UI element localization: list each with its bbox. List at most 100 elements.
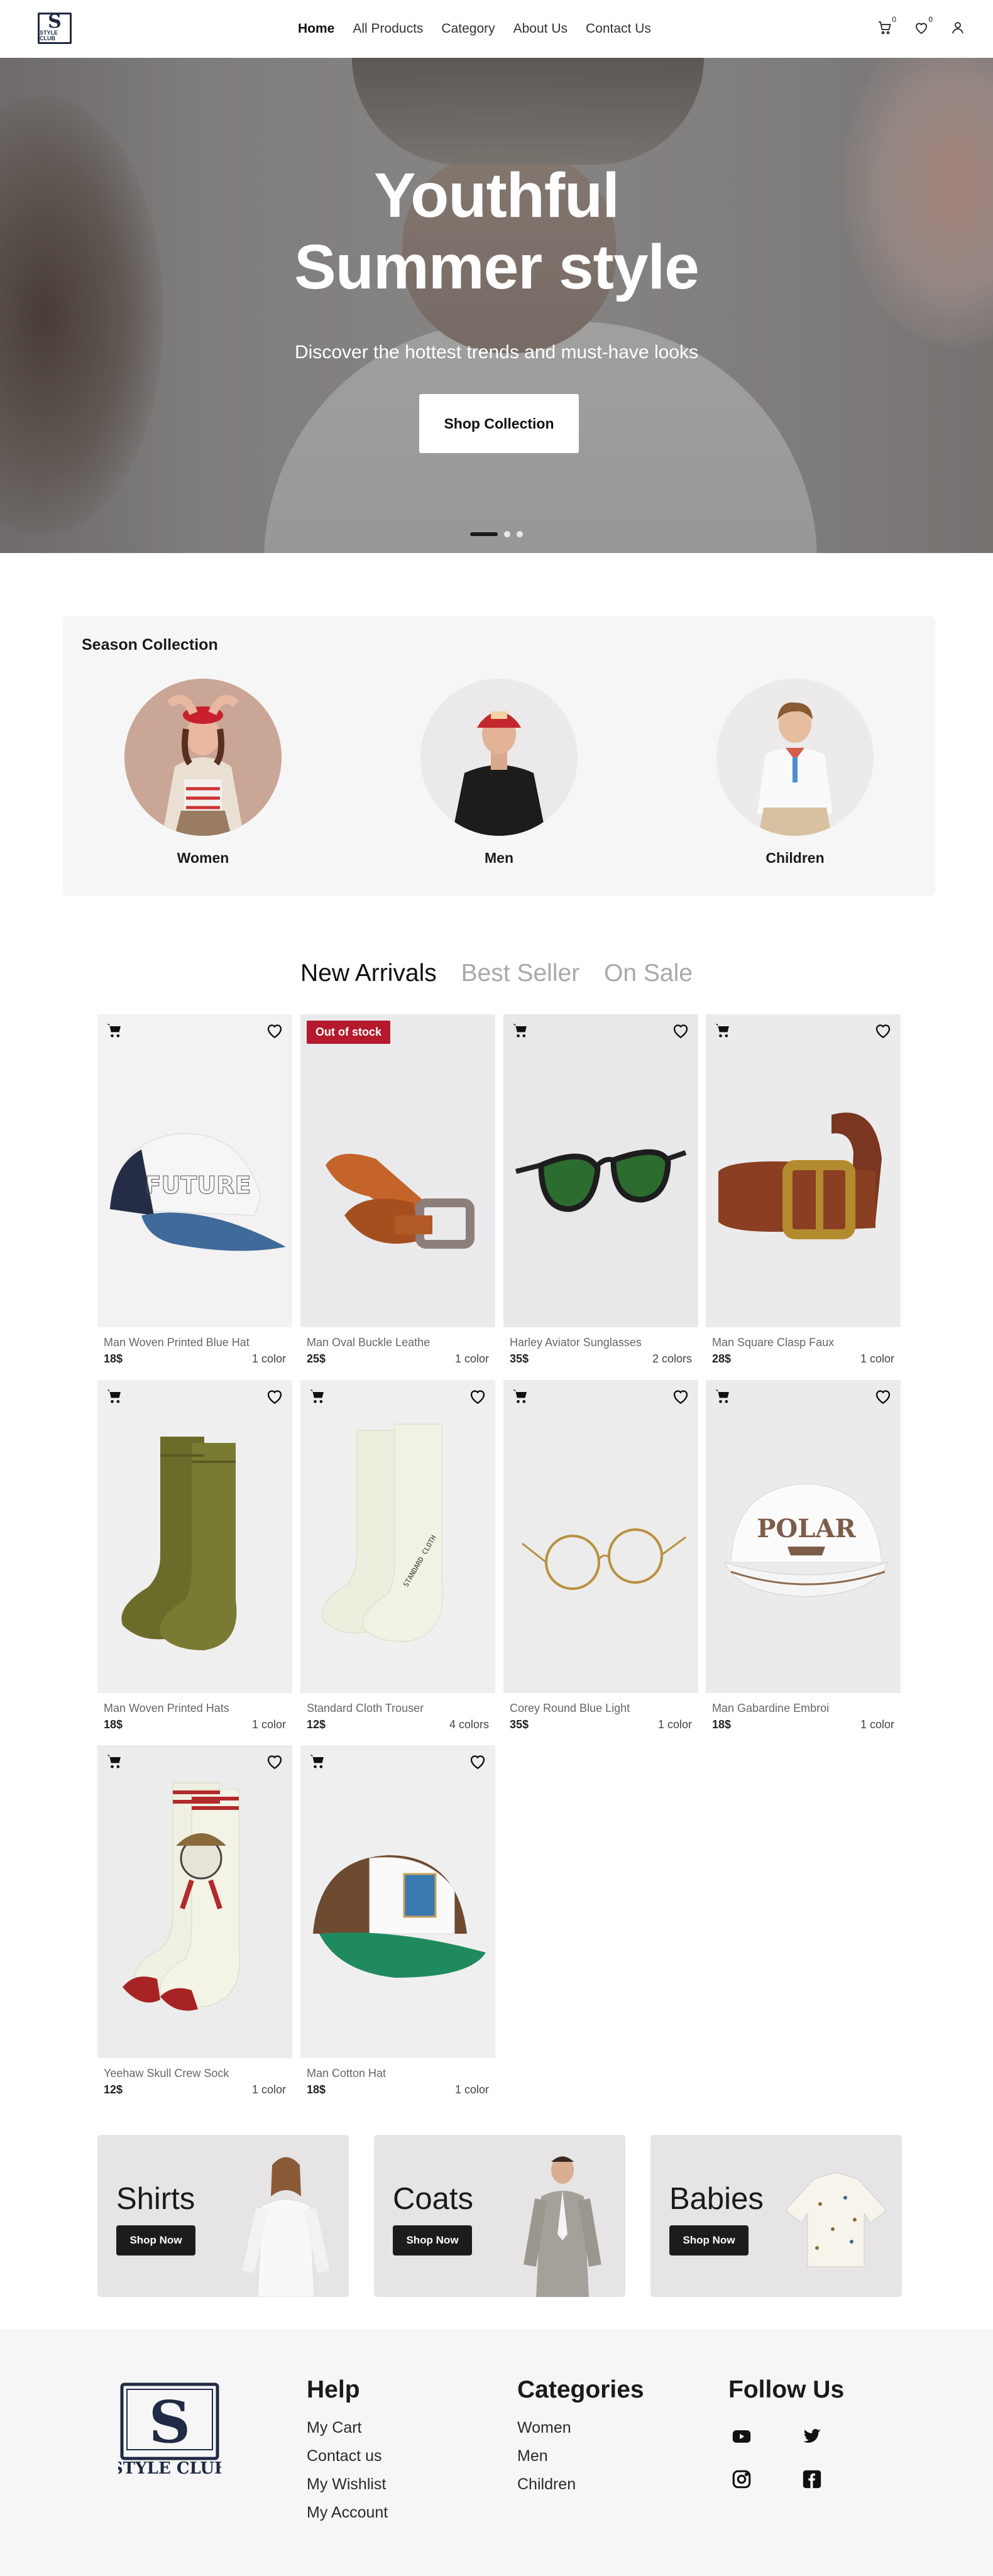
wishlist-heart-icon[interactable] [671, 1386, 691, 1406]
nav-home[interactable]: Home [298, 21, 334, 36]
shop-now-button[interactable]: Shop Now [116, 2225, 195, 2255]
product-image[interactable]: FUTURE [97, 1014, 292, 1327]
carousel-dot[interactable] [504, 531, 510, 537]
shop-collection-button[interactable]: Shop Collection [419, 394, 579, 453]
man-illustration [420, 679, 578, 836]
add-to-cart-icon[interactable] [511, 1022, 530, 1039]
wishlist-button[interactable]: 0 [913, 15, 933, 36]
product-card[interactable]: Man Woven Printed Hats 18$ 1 color [97, 1380, 292, 1732]
facebook-icon[interactable] [799, 2467, 825, 2492]
footer-link-women[interactable]: Women [517, 2419, 644, 2437]
footer-link-men[interactable]: Men [517, 2447, 644, 2465]
add-to-cart-icon[interactable] [105, 1022, 124, 1039]
add-to-cart-icon[interactable] [713, 1388, 732, 1405]
footer-help: Help My Cart Contact us My Wishlist My A… [307, 2376, 388, 2532]
women-category-image[interactable] [124, 679, 282, 836]
nav-category[interactable]: Category [441, 21, 495, 36]
add-to-cart-icon[interactable] [308, 1388, 327, 1405]
add-to-cart-icon[interactable] [511, 1388, 530, 1405]
product-card[interactable]: POLAR Man Gabardine Embroi 18$ 1 color [706, 1380, 901, 1732]
cart-count: 0 [892, 15, 896, 24]
add-to-cart-icon[interactable] [105, 1753, 124, 1770]
shop-now-button[interactable]: Shop Now [669, 2225, 749, 2255]
wishlist-heart-icon[interactable] [671, 1021, 691, 1041]
product-image[interactable]: POLAR [706, 1380, 901, 1693]
cart-button[interactable]: 0 [876, 15, 896, 36]
product-name[interactable]: Man Woven Printed Blue Hat [104, 1336, 287, 1349]
product-image[interactable] [503, 1380, 698, 1693]
footer-link-contact-us[interactable]: Contact us [307, 2447, 388, 2465]
men-category-label[interactable]: Men [420, 850, 578, 867]
shirt-model-image [242, 2157, 330, 2297]
product-name[interactable]: Man Gabardine Embroi [712, 1702, 896, 1715]
footer-link-my-wishlist[interactable]: My Wishlist [307, 2475, 388, 2494]
product-name[interactable]: Corey Round Blue Light [510, 1702, 693, 1715]
product-card[interactable]: Harley Aviator Sunglasses 35$ 2 colors [503, 1014, 698, 1366]
add-to-cart-icon[interactable] [713, 1022, 732, 1039]
tab-new-arrivals[interactable]: New Arrivals [300, 960, 437, 987]
product-name[interactable]: Man Square Clasp Faux [712, 1336, 896, 1349]
product-image[interactable]: STANDARD CLOTH [300, 1380, 495, 1693]
wishlist-heart-icon[interactable] [265, 1751, 285, 1772]
product-name[interactable]: Man Woven Printed Hats [104, 1702, 287, 1715]
product-image[interactable]: Out of stock [300, 1014, 495, 1327]
wishlist-heart-icon[interactable] [468, 1386, 488, 1406]
wishlist-heart-icon[interactable] [265, 1386, 285, 1406]
product-card[interactable]: Corey Round Blue Light 35$ 1 color [503, 1380, 698, 1732]
promo-card-babies[interactable]: Babies Shop Now [650, 2135, 902, 2297]
product-card[interactable]: FUTURE Man Woven Printed Blue Hat 18$ 1 … [97, 1014, 292, 1366]
men-category-image[interactable] [420, 679, 578, 836]
green-trucker-cap-image [313, 1855, 486, 1978]
product-price: 28$ [712, 1352, 732, 1365]
product-name[interactable]: Man Oval Buckle Leathe [307, 1336, 490, 1349]
top-navbar: S STYLE CLUB Home All Products Category … [0, 0, 993, 58]
product-price: 12$ [104, 2083, 123, 2096]
carousel-dot[interactable] [517, 531, 523, 537]
footer-brand-logo[interactable]: S STYLE CLUB [118, 2382, 221, 2476]
product-image[interactable] [706, 1014, 901, 1327]
product-image[interactable] [300, 1745, 495, 2058]
tab-best-seller[interactable]: Best Seller [461, 960, 580, 987]
product-card[interactable]: STANDARD CLOTH Standard Cloth Trouser 12… [300, 1380, 495, 1732]
nav-all-products[interactable]: All Products [353, 21, 423, 36]
wishlist-heart-icon[interactable] [873, 1021, 893, 1041]
wishlist-count: 0 [928, 15, 933, 24]
promo-card-coats[interactable]: Coats Shop Now [374, 2135, 625, 2297]
shop-now-button[interactable]: Shop Now [393, 2225, 472, 2255]
product-name[interactable]: Man Cotton Hat [307, 2067, 490, 2080]
wishlist-heart-icon[interactable] [873, 1386, 893, 1406]
tab-on-sale[interactable]: On Sale [604, 960, 693, 987]
wishlist-heart-icon[interactable] [265, 1021, 285, 1041]
footer-link-my-cart[interactable]: My Cart [307, 2419, 388, 2437]
add-to-cart-icon[interactable] [308, 1753, 327, 1770]
product-card[interactable]: Man Cotton Hat 18$ 1 color [300, 1745, 495, 2097]
account-button[interactable] [949, 19, 967, 36]
product-image[interactable] [503, 1014, 698, 1327]
product-card[interactable]: Man Square Clasp Faux 28$ 1 color [706, 1014, 901, 1366]
twitter-icon[interactable] [799, 2424, 825, 2449]
promo-card-shirts[interactable]: Shirts Shop Now [97, 2135, 349, 2297]
product-name[interactable]: Harley Aviator Sunglasses [510, 1336, 693, 1349]
nav-about-us[interactable]: About Us [513, 21, 568, 36]
footer-link-my-account[interactable]: My Account [307, 2504, 388, 2522]
product-image[interactable] [97, 1745, 292, 2058]
carousel-dot-active[interactable] [470, 532, 498, 536]
wishlist-heart-icon[interactable] [468, 1751, 488, 1772]
footer-link-children[interactable]: Children [517, 2475, 644, 2494]
season-title: Season Collection [82, 636, 218, 654]
youtube-icon[interactable] [729, 2424, 754, 2449]
product-name[interactable]: Standard Cloth Trouser [307, 1702, 490, 1715]
add-to-cart-icon[interactable] [105, 1388, 124, 1405]
women-category-label[interactable]: Women [124, 850, 282, 867]
children-category-image[interactable] [716, 679, 874, 836]
nav-contact-us[interactable]: Contact Us [586, 21, 651, 36]
product-name[interactable]: Yeehaw Skull Crew Sock [104, 2067, 287, 2080]
brand-logo[interactable]: S STYLE CLUB [38, 13, 72, 44]
instagram-icon[interactable] [729, 2467, 754, 2492]
product-card[interactable]: Yeehaw Skull Crew Sock 12$ 1 color [97, 1745, 292, 2097]
children-category-label[interactable]: Children [716, 850, 874, 867]
product-card[interactable]: Out of stock Man Oval Buckle Leathe 25$ … [300, 1014, 495, 1366]
product-image[interactable] [97, 1380, 292, 1693]
promo-title: Babies [669, 2182, 764, 2216]
nav-icon-group: 0 0 [876, 15, 967, 36]
